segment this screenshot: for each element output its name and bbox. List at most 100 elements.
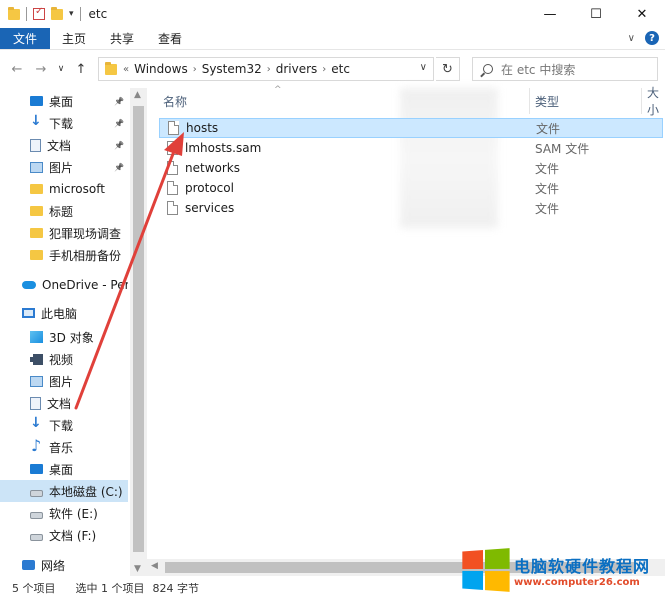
tab-home[interactable]: 主页 bbox=[50, 28, 98, 49]
sidebar-item[interactable]: 此电脑 bbox=[0, 302, 128, 324]
sidebar-item[interactable]: OneDrive - Pers bbox=[0, 274, 128, 296]
file-icon bbox=[167, 181, 178, 195]
file-row[interactable]: networks 文件 bbox=[159, 158, 663, 178]
file-row[interactable]: hosts 文件 bbox=[159, 118, 663, 138]
help-icon[interactable]: ? bbox=[645, 31, 659, 45]
customize-toolbar-icon[interactable]: ▾ bbox=[69, 9, 74, 19]
column-size[interactable]: 大小 bbox=[647, 86, 665, 117]
new-folder-icon[interactable] bbox=[51, 6, 63, 20]
address-bar[interactable]: « Windows › System32 › drivers › etc ∨ bbox=[98, 57, 434, 81]
separator bbox=[79, 7, 81, 21]
sidebar-item[interactable]: 音乐 bbox=[0, 436, 128, 458]
music-icon bbox=[30, 436, 43, 455]
column-divider[interactable] bbox=[641, 88, 642, 114]
scroll-left-icon[interactable]: ◀ bbox=[151, 561, 158, 571]
address-dropdown-icon[interactable]: ∨ bbox=[420, 62, 427, 73]
sidebar-item[interactable]: 手机相册备份 bbox=[0, 244, 128, 266]
quick-access-toolbar: ▾ bbox=[0, 6, 81, 21]
search-input[interactable]: 在 etc 中搜索 bbox=[472, 57, 658, 81]
breadcrumb-drivers[interactable]: drivers bbox=[276, 62, 318, 76]
sidebar-item[interactable]: 文档 bbox=[0, 392, 128, 414]
minimize-button[interactable]: — bbox=[527, 0, 573, 28]
up-button[interactable]: ↑ bbox=[72, 62, 90, 77]
back-button[interactable]: ← bbox=[8, 62, 26, 77]
sidebar-item[interactable]: 3D 对象 bbox=[0, 326, 128, 348]
sidebar-item[interactable]: microsoft bbox=[0, 178, 128, 200]
sidebar-item[interactable]: 本地磁盘 (C:) bbox=[0, 480, 128, 502]
file-row[interactable]: lmhosts.sam SAM 文件 bbox=[159, 138, 663, 158]
sidebar-item-label: 下载 bbox=[49, 116, 74, 131]
sidebar-item[interactable]: 下载 bbox=[0, 414, 128, 436]
sidebar-item[interactable]: 标题 bbox=[0, 200, 128, 222]
sidebar-item-label: microsoft bbox=[49, 182, 105, 196]
cloud-icon bbox=[22, 281, 36, 289]
tab-view[interactable]: 查看 bbox=[146, 28, 194, 49]
sidebar-item[interactable]: 犯罪现场调查 bbox=[0, 222, 128, 244]
download-icon bbox=[30, 415, 43, 431]
folder-icon bbox=[8, 6, 20, 20]
folder-icon bbox=[30, 206, 43, 216]
sidebar-item[interactable]: 图片 bbox=[0, 370, 128, 392]
file-row[interactable]: services 文件 bbox=[159, 198, 663, 218]
forward-button[interactable]: → bbox=[32, 62, 50, 77]
title-bar: ▾ etc — ☐ ✕ bbox=[0, 0, 665, 28]
sidebar-item[interactable]: 桌面 📌 bbox=[0, 90, 128, 112]
sidebar-item[interactable]: 软件 (E:) bbox=[0, 502, 128, 524]
expand-ribbon-icon[interactable]: ∨ bbox=[628, 33, 635, 44]
file-type: 文件 bbox=[536, 121, 561, 136]
breadcrumb-windows[interactable]: Windows bbox=[134, 62, 188, 76]
pin-icon[interactable]: 📌 bbox=[114, 97, 124, 106]
refresh-button[interactable]: ↻ bbox=[436, 57, 460, 81]
tab-file[interactable]: 文件 bbox=[0, 28, 51, 49]
watermark-title: 电脑软硬件教程网 bbox=[514, 556, 651, 576]
scrollbar-thumb[interactable] bbox=[133, 106, 144, 552]
pin-icon[interactable]: 📌 bbox=[114, 163, 124, 172]
file-name: hosts bbox=[186, 121, 219, 135]
recent-locations-icon[interactable]: ∨ bbox=[52, 64, 70, 74]
sidebar-item[interactable]: 文档 📌 bbox=[0, 134, 128, 156]
breadcrumb: « Windows › System32 › drivers › etc bbox=[123, 62, 350, 76]
sidebar-item-label: 软件 (E:) bbox=[49, 506, 98, 521]
column-type[interactable]: 类型 bbox=[535, 88, 559, 114]
file-icon bbox=[168, 121, 179, 135]
sidebar-item[interactable]: 图片 📌 bbox=[0, 156, 128, 178]
chevron-right-icon[interactable]: › bbox=[267, 64, 271, 75]
windows-logo-icon bbox=[462, 548, 510, 592]
sidebar-item-label: 标题 bbox=[49, 204, 74, 219]
sidebar-item[interactable]: 文档 (F:) bbox=[0, 524, 128, 546]
3d-objects-icon bbox=[30, 331, 43, 343]
sidebar-item[interactable]: 网络 bbox=[0, 554, 128, 576]
maximize-button[interactable]: ☐ bbox=[573, 0, 619, 28]
pin-icon[interactable]: 📌 bbox=[114, 119, 124, 128]
selection-info: 选中 1 个项目 824 字节 bbox=[76, 580, 200, 596]
file-row[interactable]: protocol 文件 bbox=[159, 178, 663, 198]
sidebar-item[interactable]: 桌面 bbox=[0, 458, 128, 480]
window-title: etc bbox=[88, 7, 108, 21]
breadcrumb-etc[interactable]: etc bbox=[331, 62, 350, 76]
close-button[interactable]: ✕ bbox=[619, 0, 665, 28]
file-icon bbox=[167, 161, 178, 175]
sidebar-item[interactable]: 视频 bbox=[0, 348, 128, 370]
chevron-right-icon[interactable]: › bbox=[322, 64, 326, 75]
navigation-pane: 桌面 📌 下载 📌 文档 📌 图片 📌 microsoft 标题犯罪现场调查手机相册备份 OneDr… bbox=[0, 88, 130, 576]
sidebar-item[interactable]: 下载 📌 bbox=[0, 112, 128, 134]
breadcrumb-system32[interactable]: System32 bbox=[202, 62, 262, 76]
column-name[interactable]: 名称 bbox=[163, 88, 187, 114]
scroll-down-icon[interactable]: ▼ bbox=[134, 564, 141, 574]
folder-icon bbox=[30, 184, 43, 194]
download-icon bbox=[30, 113, 43, 129]
file-type: 文件 bbox=[535, 181, 560, 196]
scroll-up-icon[interactable]: ▲ bbox=[134, 90, 141, 100]
pin-icon[interactable]: 📌 bbox=[114, 141, 124, 150]
chevron-right-icon[interactable]: › bbox=[193, 64, 197, 75]
sort-indicator-icon: ^ bbox=[274, 85, 282, 95]
folder-icon bbox=[105, 61, 117, 75]
sidebar-item-label: 图片 bbox=[49, 160, 74, 175]
tab-share[interactable]: 共享 bbox=[98, 28, 146, 49]
sidebar-item-label: 手机相册备份 bbox=[49, 248, 122, 263]
properties-icon[interactable] bbox=[33, 6, 45, 20]
site-watermark: 电脑软硬件教程网 www.computer26.com bbox=[460, 548, 665, 592]
navigation-pane-scrollbar[interactable]: ▲ ▼ bbox=[130, 88, 147, 576]
breadcrumb-overflow-icon[interactable]: « bbox=[123, 64, 129, 75]
column-divider[interactable] bbox=[529, 88, 530, 114]
